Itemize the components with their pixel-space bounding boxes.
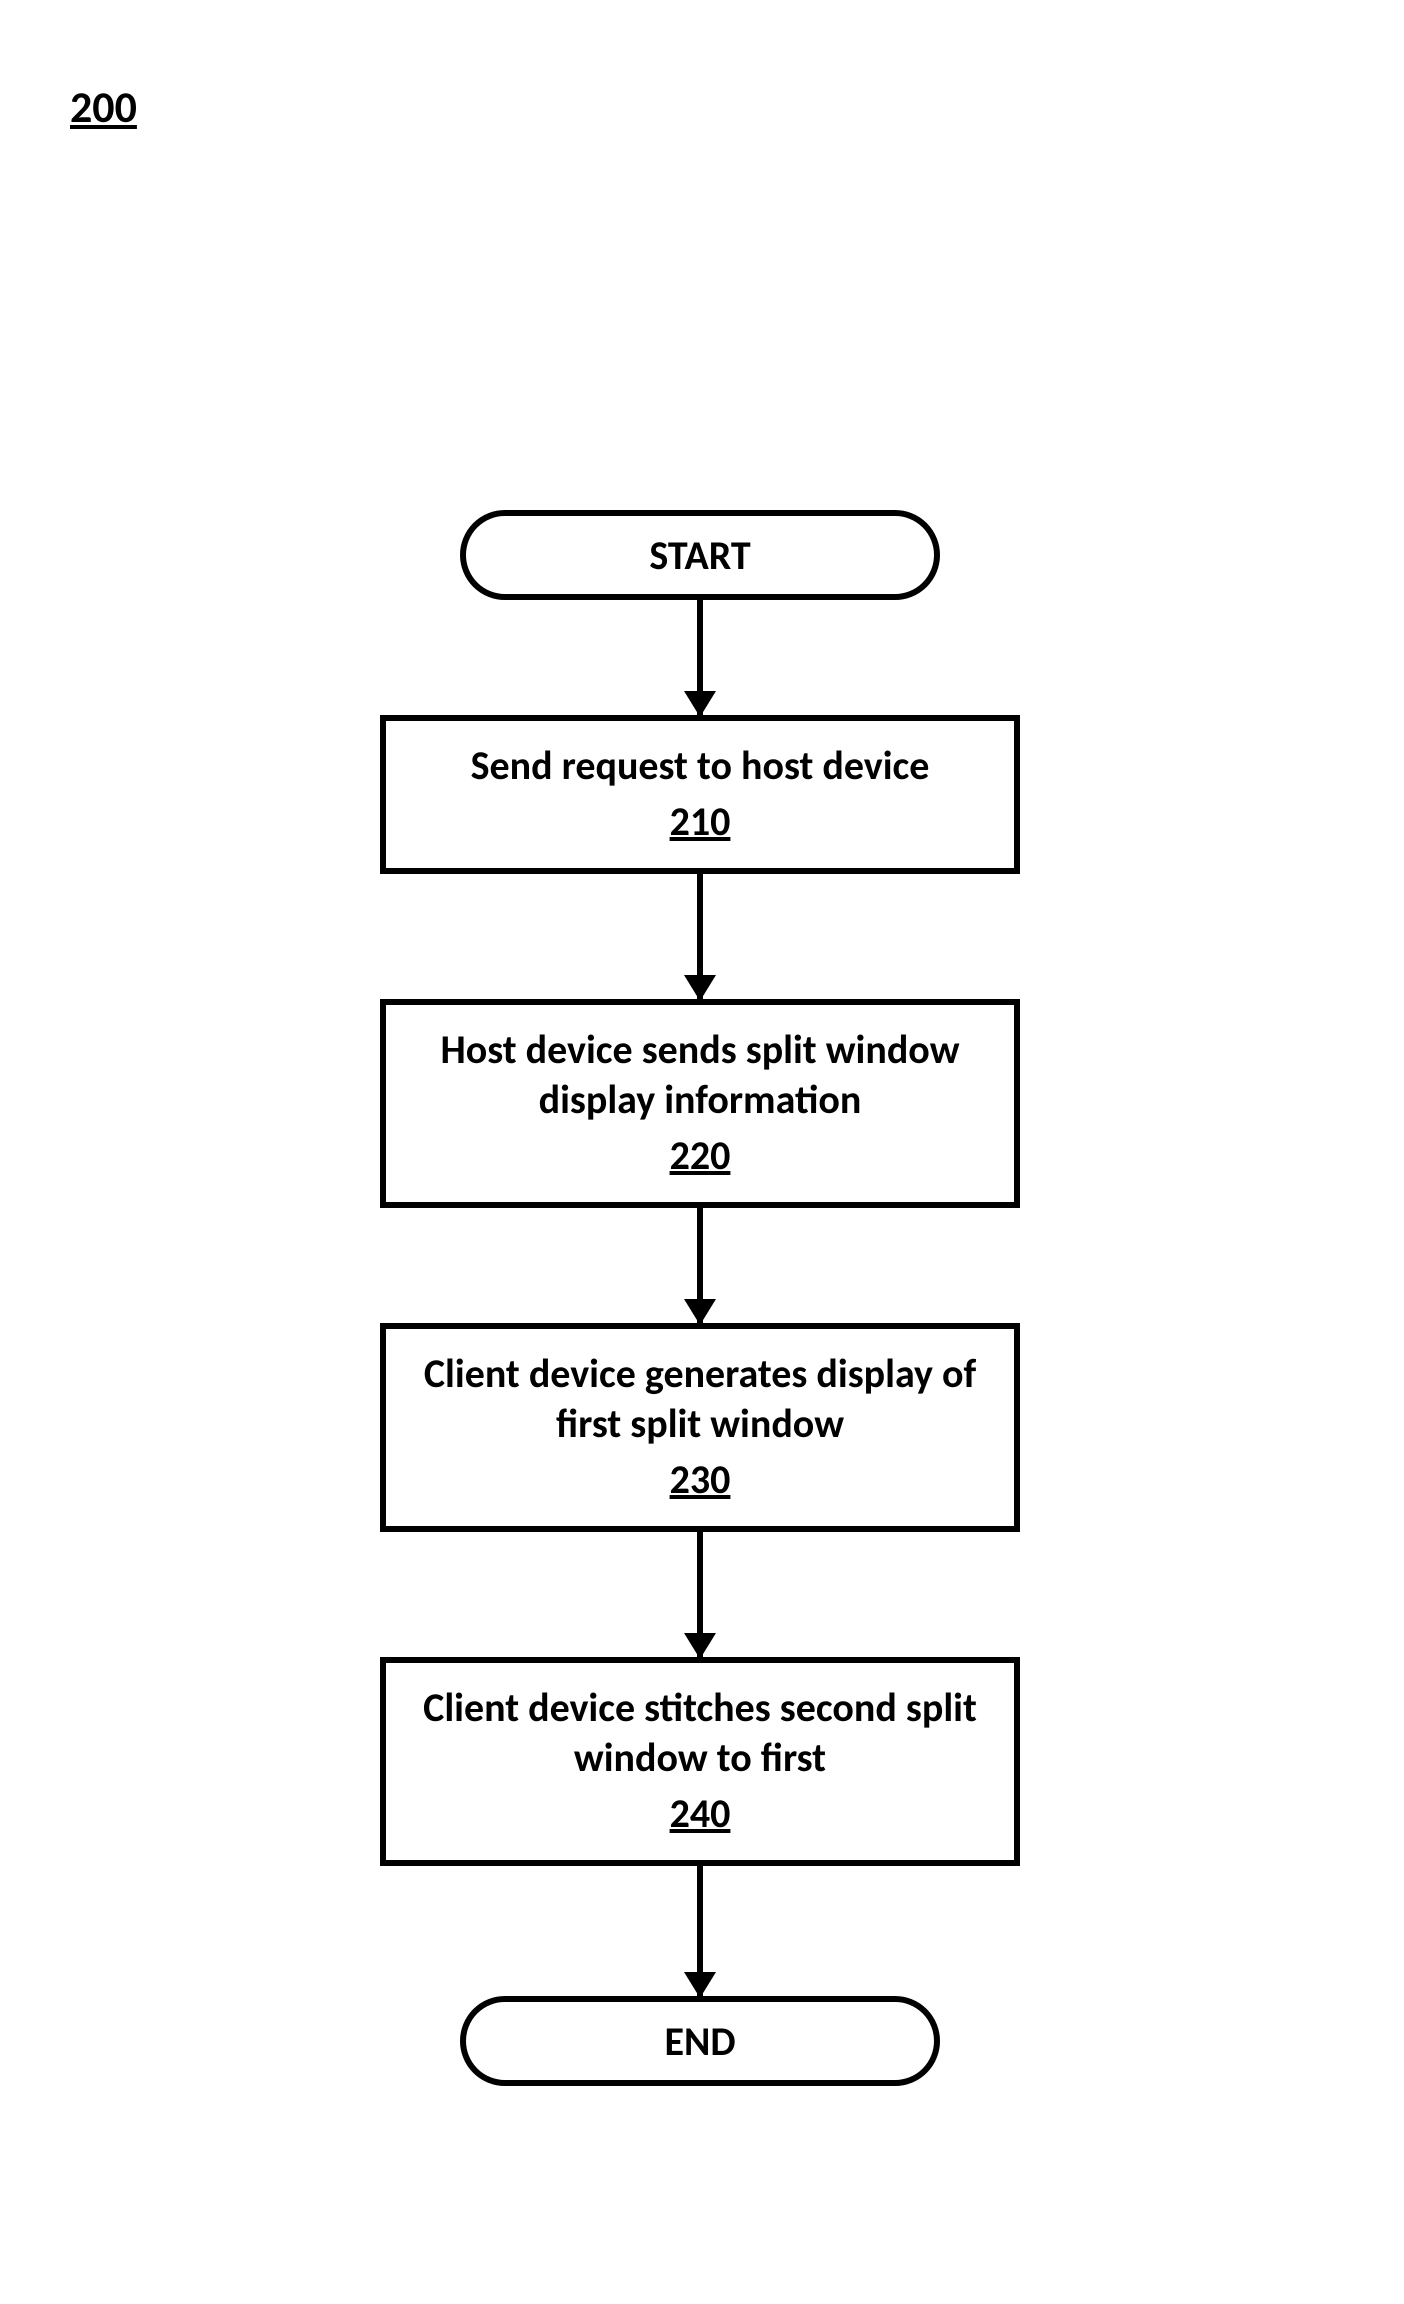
start-terminal: START — [460, 510, 940, 600]
step-text: Client device stitches second split wind… — [423, 1683, 977, 1782]
step-text: Host device sends split window display i… — [440, 1025, 959, 1124]
start-label: START — [649, 531, 750, 580]
end-label: END — [664, 2017, 735, 2066]
process-step-230: Client device generates display of first… — [380, 1323, 1020, 1532]
step-text: Send request to host device — [471, 741, 930, 790]
process-step-220: Host device sends split window display i… — [380, 999, 1020, 1208]
step-ref: 210 — [414, 797, 986, 846]
step-ref: 240 — [414, 1789, 986, 1838]
figure-number-label: 200 — [70, 80, 137, 134]
process-step-240: Client device stitches second split wind… — [380, 1657, 1020, 1866]
end-terminal: END — [460, 1996, 940, 2086]
arrow-icon — [697, 874, 703, 999]
arrow-icon — [697, 1208, 703, 1323]
arrow-icon — [697, 1866, 703, 1996]
arrow-icon — [697, 600, 703, 715]
step-ref: 230 — [414, 1455, 986, 1504]
process-step-210: Send request to host device 210 — [380, 715, 1020, 874]
flowchart-container: START Send request to host device 210 Ho… — [350, 510, 1050, 2086]
step-text: Client device generates display of first… — [424, 1349, 976, 1448]
step-ref: 220 — [414, 1131, 986, 1180]
arrow-icon — [697, 1532, 703, 1657]
